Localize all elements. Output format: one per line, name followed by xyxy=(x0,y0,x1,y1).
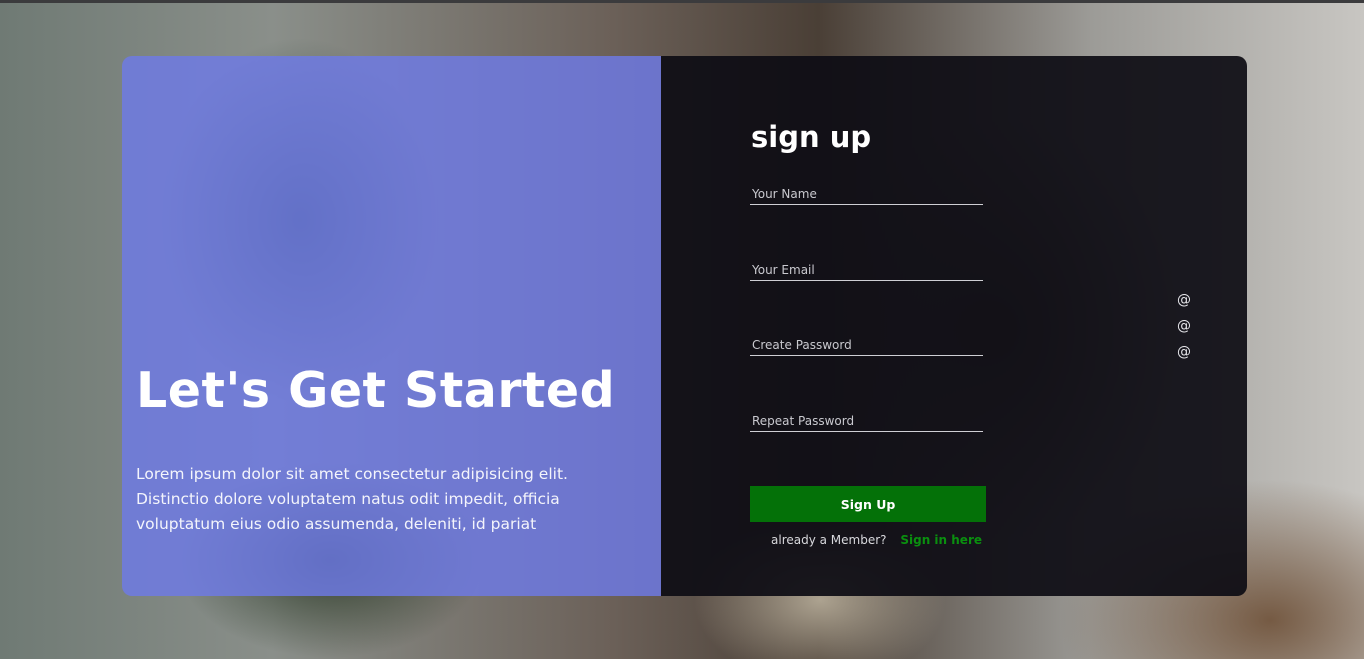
form-panel: sign up Sign Up already a Member? Sign i… xyxy=(661,56,1247,596)
member-text: already a Member? xyxy=(771,533,887,547)
signup-card: Let's Get Started Lorem ipsum dolor sit … xyxy=(122,56,1247,596)
form-title: sign up xyxy=(751,120,872,154)
social-links: @ @ @ xyxy=(1177,291,1191,361)
sign-in-link[interactable]: Sign in here xyxy=(900,533,982,547)
welcome-panel: Let's Get Started Lorem ipsum dolor sit … xyxy=(122,56,661,596)
name-input[interactable] xyxy=(750,183,983,205)
at-icon[interactable]: @ xyxy=(1177,317,1191,335)
at-icon[interactable]: @ xyxy=(1177,291,1191,309)
sign-up-button[interactable]: Sign Up xyxy=(750,486,986,522)
top-border xyxy=(0,0,1364,3)
hero-description: Lorem ipsum dolor sit amet consectetur a… xyxy=(136,465,568,533)
repeat-password-input[interactable] xyxy=(750,410,983,432)
at-icon[interactable]: @ xyxy=(1177,343,1191,361)
create-password-input[interactable] xyxy=(750,334,983,356)
email-input[interactable] xyxy=(750,259,983,281)
hero-title: Let's Get Started xyxy=(136,362,616,419)
member-row: already a Member? Sign in here xyxy=(771,533,982,547)
